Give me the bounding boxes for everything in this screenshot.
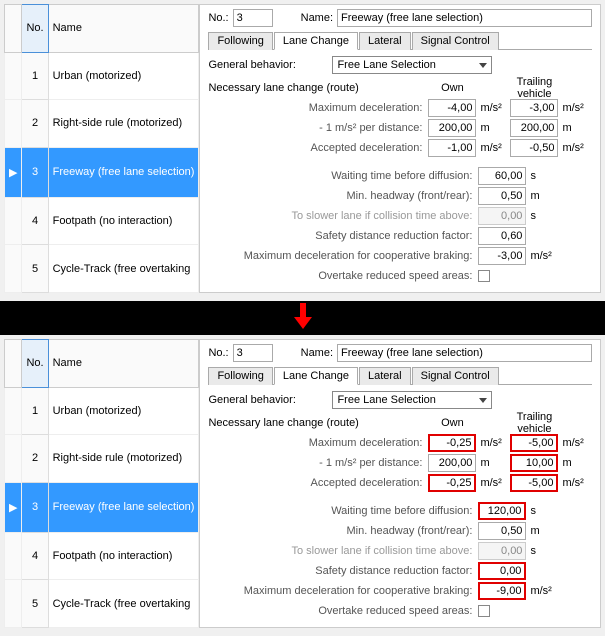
name-field[interactable] xyxy=(337,344,592,362)
no-label: No.: xyxy=(208,12,228,24)
own-header: Own xyxy=(428,417,476,429)
detail-pane: No.: Name: Following Lane Change Lateral… xyxy=(199,4,601,293)
coop-brake-label: Maximum deceleration for cooperative bra… xyxy=(208,585,478,597)
transition-arrow xyxy=(0,301,605,335)
necessary-group-title: Necessary lane change (route) xyxy=(208,417,428,429)
general-behavior-label: General behavior: xyxy=(208,59,328,71)
list-row[interactable]: 5Cycle-Track (free overtaking xyxy=(5,245,199,293)
list-arrow-header xyxy=(5,5,22,53)
tab-lane-change[interactable]: Lane Change xyxy=(274,32,358,50)
name-label: Name: xyxy=(301,12,333,24)
panel-after: No. Name 1Urban (motorized) 2Right-side … xyxy=(0,335,605,636)
per-dist-own[interactable] xyxy=(428,119,476,137)
list-row-selected[interactable]: ▶3Freeway (free lane selection) xyxy=(5,147,199,197)
wait-diff-field[interactable] xyxy=(478,502,526,520)
detail-pane: No.: Name: Following Lane Change Lateral… xyxy=(199,339,601,628)
acc-decel-own[interactable] xyxy=(428,474,476,492)
list-row[interactable]: 2Right-side rule (motorized) xyxy=(5,100,199,148)
acc-decel-label: Accepted deceleration: xyxy=(208,142,428,154)
safety-field[interactable] xyxy=(478,562,526,580)
min-hw-field[interactable] xyxy=(478,187,526,205)
tab-bar: Following Lane Change Lateral Signal Con… xyxy=(208,366,592,385)
trail-header: Trailing vehicle xyxy=(510,411,558,435)
max-decel-label: Maximum deceleration: xyxy=(208,437,428,449)
no-field[interactable] xyxy=(233,9,273,27)
overtake-label: Overtake reduced speed areas: xyxy=(208,605,478,617)
per-dist-label: - 1 m/s² per distance: xyxy=(208,122,428,134)
coop-brake-field[interactable] xyxy=(478,582,526,600)
list-header-name[interactable]: Name xyxy=(48,5,199,53)
acc-decel-trail[interactable] xyxy=(510,474,558,492)
trail-header: Trailing vehicle xyxy=(510,76,558,100)
min-hw-field[interactable] xyxy=(478,522,526,540)
safety-label: Safety distance reduction factor: xyxy=(208,565,478,577)
name-label: Name: xyxy=(301,347,333,359)
acc-decel-own[interactable] xyxy=(428,139,476,157)
overtake-label: Overtake reduced speed areas: xyxy=(208,270,478,282)
general-behavior-combo[interactable]: Free Lane Selection xyxy=(332,56,492,74)
per-dist-trail[interactable] xyxy=(510,119,558,137)
name-field[interactable] xyxy=(337,9,592,27)
max-decel-label: Maximum deceleration: xyxy=(208,102,428,114)
wait-diff-label: Waiting time before diffusion: xyxy=(208,170,478,182)
overtake-checkbox[interactable] xyxy=(478,270,490,282)
behavior-list[interactable]: No. Name 1Urban (motorized) 2Right-side … xyxy=(4,339,199,628)
list-row[interactable]: 1Urban (motorized) xyxy=(5,387,199,435)
tab-lateral[interactable]: Lateral xyxy=(359,32,411,50)
no-field[interactable] xyxy=(233,344,273,362)
list-row[interactable]: 5Cycle-Track (free overtaking xyxy=(5,580,199,628)
no-label: No.: xyxy=(208,347,228,359)
slower-if-label: To slower lane if collision time above: xyxy=(208,545,478,557)
tab-signal-control[interactable]: Signal Control xyxy=(412,367,499,385)
per-dist-trail[interactable] xyxy=(510,454,558,472)
tab-following[interactable]: Following xyxy=(208,367,272,385)
list-row[interactable]: 4Footpath (no interaction) xyxy=(5,197,199,245)
tab-following[interactable]: Following xyxy=(208,32,272,50)
max-decel-trail[interactable] xyxy=(510,99,558,117)
overtake-checkbox[interactable] xyxy=(478,605,490,617)
slower-if-label: To slower lane if collision time above: xyxy=(208,210,478,222)
tab-lane-change[interactable]: Lane Change xyxy=(274,367,358,385)
list-row[interactable]: 4Footpath (no interaction) xyxy=(5,532,199,580)
max-decel-own[interactable] xyxy=(428,434,476,452)
safety-label: Safety distance reduction factor: xyxy=(208,230,478,242)
coop-brake-field[interactable] xyxy=(478,247,526,265)
acc-decel-trail[interactable] xyxy=(510,139,558,157)
panel-before: No. Name 1Urban (motorized) 2Right-side … xyxy=(0,0,605,301)
max-decel-trail[interactable] xyxy=(510,434,558,452)
own-header: Own xyxy=(428,82,476,94)
list-header-name[interactable]: Name xyxy=(48,340,199,388)
behavior-list[interactable]: No. Name 1Urban (motorized) 2Right-side … xyxy=(4,4,199,293)
list-header-no[interactable]: No. xyxy=(22,5,48,53)
slower-if-field xyxy=(478,542,526,560)
per-dist-label: - 1 m/s² per distance: xyxy=(208,457,428,469)
tab-bar: Following Lane Change Lateral Signal Con… xyxy=(208,31,592,50)
safety-field[interactable] xyxy=(478,227,526,245)
list-arrow-header xyxy=(5,340,22,388)
wait-diff-label: Waiting time before diffusion: xyxy=(208,505,478,517)
general-behavior-label: General behavior: xyxy=(208,394,328,406)
general-behavior-combo[interactable]: Free Lane Selection xyxy=(332,391,492,409)
min-hw-label: Min. headway (front/rear): xyxy=(208,525,478,537)
arrow-down-icon xyxy=(291,303,315,331)
per-dist-own[interactable] xyxy=(428,454,476,472)
list-header-no[interactable]: No. xyxy=(22,340,48,388)
tab-lateral[interactable]: Lateral xyxy=(359,367,411,385)
max-decel-own[interactable] xyxy=(428,99,476,117)
coop-brake-label: Maximum deceleration for cooperative bra… xyxy=(208,250,478,262)
min-hw-label: Min. headway (front/rear): xyxy=(208,190,478,202)
tab-signal-control[interactable]: Signal Control xyxy=(412,32,499,50)
list-row[interactable]: 1Urban (motorized) xyxy=(5,52,199,100)
acc-decel-label: Accepted deceleration: xyxy=(208,477,428,489)
list-row[interactable]: 2Right-side rule (motorized) xyxy=(5,435,199,483)
list-row-selected[interactable]: ▶3Freeway (free lane selection) xyxy=(5,482,199,532)
slower-if-field xyxy=(478,207,526,225)
necessary-group-title: Necessary lane change (route) xyxy=(208,82,428,94)
wait-diff-field[interactable] xyxy=(478,167,526,185)
